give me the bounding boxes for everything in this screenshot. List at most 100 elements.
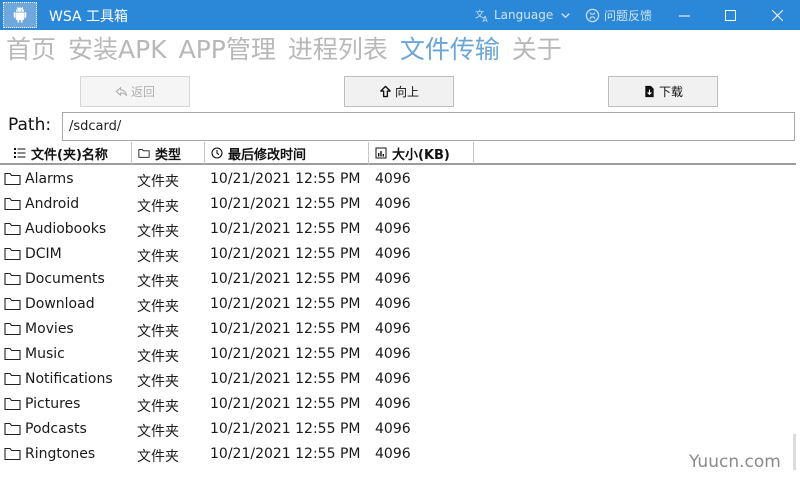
close-button[interactable] — [754, 0, 800, 30]
table-row[interactable]: DCIM 文件夹 10/21/2021 12:55 PM 4096 — [0, 242, 796, 267]
column-header-size[interactable]: 大小(KB) — [369, 142, 474, 164]
file-type: 文件夹 — [137, 199, 179, 215]
maximize-icon — [724, 9, 736, 21]
title-bar: WSA 工具箱 文A Language 问题反馈 — [0, 0, 800, 30]
column-header-name-label: 文件(夹)名称 — [31, 147, 108, 163]
table-header: 文件(夹)名称 类型 最后修改时间 大小(KB) — [0, 142, 796, 165]
file-name: Alarms — [25, 171, 74, 187]
svg-text:A: A — [482, 15, 488, 23]
up-button[interactable]: 向上 — [344, 76, 454, 107]
table-row[interactable]: Podcasts 文件夹 10/21/2021 12:55 PM 4096 — [0, 417, 796, 442]
download-button[interactable]: 下载 — [608, 76, 718, 107]
folder-icon — [4, 397, 21, 411]
table-row[interactable]: Download 文件夹 10/21/2021 12:55 PM 4096 — [0, 292, 796, 317]
file-modified: 10/21/2021 12:55 PM — [210, 196, 361, 212]
minimize-icon — [678, 15, 690, 16]
file-size: 4096 — [375, 196, 411, 212]
feedback-link[interactable]: 问题反馈 — [584, 7, 652, 24]
file-name: Movies — [25, 321, 74, 337]
folder-icon — [4, 272, 21, 286]
file-name: Notifications — [25, 371, 113, 387]
file-type: 文件夹 — [137, 224, 179, 240]
tab-install-apk[interactable]: 安装APK — [68, 33, 167, 67]
file-size: 4096 — [375, 246, 411, 262]
file-name: Documents — [25, 271, 105, 287]
table-row[interactable]: Pictures 文件夹 10/21/2021 12:55 PM 4096 — [0, 392, 796, 417]
file-modified: 10/21/2021 12:55 PM — [210, 221, 361, 237]
file-type: 文件夹 — [137, 249, 179, 265]
folder-icon — [4, 322, 21, 336]
folder-icon — [4, 172, 21, 186]
table-row[interactable]: Music 文件夹 10/21/2021 12:55 PM 4096 — [0, 342, 796, 367]
maximize-button[interactable] — [707, 0, 753, 30]
table-row[interactable]: Android 文件夹 10/21/2021 12:55 PM 4096 — [0, 192, 796, 217]
table-row[interactable]: Alarms 文件夹 10/21/2021 12:55 PM 4096 — [0, 167, 796, 192]
file-size: 4096 — [375, 446, 411, 462]
file-size: 4096 — [375, 171, 411, 187]
table-row[interactable]: Notifications 文件夹 10/21/2021 12:55 PM 40… — [0, 367, 796, 392]
file-type: 文件夹 — [137, 424, 179, 440]
file-type: 文件夹 — [137, 399, 179, 415]
clock-icon — [211, 147, 223, 159]
chevron-down-icon — [557, 7, 573, 23]
tab-app-management[interactable]: APP管理 — [179, 33, 276, 67]
file-type: 文件夹 — [137, 174, 179, 190]
file-name: Music — [25, 346, 65, 362]
file-modified: 10/21/2021 12:55 PM — [210, 321, 361, 337]
list-icon — [14, 148, 26, 158]
file-size: 4096 — [375, 421, 411, 437]
download-button-label: 下载 — [658, 85, 683, 99]
github-icon — [584, 8, 600, 24]
minimize-button[interactable] — [661, 0, 707, 30]
file-type: 文件夹 — [137, 374, 179, 390]
folder-icon — [4, 247, 21, 261]
column-header-size-label: 大小(KB) — [392, 147, 450, 163]
watermark: Yuucn.com — [689, 452, 781, 472]
file-list: Alarms 文件夹 10/21/2021 12:55 PM 4096 Andr… — [0, 167, 796, 467]
folder-icon — [4, 197, 21, 211]
path-label: Path: — [8, 115, 52, 135]
table-row[interactable]: Movies 文件夹 10/21/2021 12:55 PM 4096 — [0, 317, 796, 342]
folder-icon — [138, 149, 150, 158]
up-button-label: 向上 — [394, 85, 419, 99]
chart-icon — [375, 147, 387, 159]
file-size: 4096 — [375, 346, 411, 362]
column-header-modified[interactable]: 最后修改时间 — [205, 142, 369, 164]
file-type: 文件夹 — [137, 274, 179, 290]
table-row[interactable]: Ringtones 文件夹 10/21/2021 12:55 PM 4096 — [0, 442, 796, 467]
column-header-name[interactable]: 文件(夹)名称 — [8, 142, 132, 164]
file-type: 文件夹 — [137, 349, 179, 365]
file-name: Pictures — [25, 396, 81, 412]
column-header-type[interactable]: 类型 — [132, 142, 205, 164]
file-name: Download — [25, 296, 95, 312]
file-size: 4096 — [375, 221, 411, 237]
close-icon — [771, 9, 783, 21]
scrollbar[interactable] — [793, 434, 796, 470]
file-name: DCIM — [25, 246, 62, 262]
back-button[interactable]: 返回 — [80, 76, 190, 107]
arrow-up-icon — [380, 85, 391, 98]
file-size: 4096 — [375, 371, 411, 387]
tab-process-list[interactable]: 进程列表 — [288, 33, 388, 67]
file-modified: 10/21/2021 12:55 PM — [210, 246, 361, 262]
folder-icon — [4, 422, 21, 436]
file-modified: 10/21/2021 12:55 PM — [210, 446, 361, 462]
tab-file-transfer[interactable]: 文件传输 — [400, 33, 500, 67]
file-type: 文件夹 — [137, 449, 179, 465]
language-selector[interactable]: 文A Language — [474, 7, 573, 23]
file-name: Ringtones — [25, 446, 96, 462]
table-row[interactable]: Audiobooks 文件夹 10/21/2021 12:55 PM 4096 — [0, 217, 796, 242]
android-app-icon[interactable] — [3, 2, 37, 28]
file-modified: 10/21/2021 12:55 PM — [210, 371, 361, 387]
tab-about[interactable]: 关于 — [512, 33, 562, 67]
file-type: 文件夹 — [137, 299, 179, 315]
table-row[interactable]: Documents 文件夹 10/21/2021 12:55 PM 4096 — [0, 267, 796, 292]
feedback-label: 问题反馈 — [604, 9, 653, 23]
file-name: Audiobooks — [25, 221, 107, 237]
tab-home[interactable]: 首页 — [6, 33, 56, 67]
file-size: 4096 — [375, 321, 411, 337]
file-modified: 10/21/2021 12:55 PM — [210, 421, 361, 437]
path-input[interactable] — [62, 112, 795, 141]
file-size: 4096 — [375, 271, 411, 287]
back-button-label: 返回 — [130, 85, 155, 99]
